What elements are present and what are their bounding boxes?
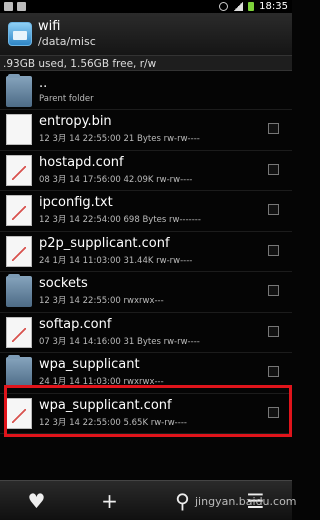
file-meta: 12 3月 14 22:54:00 698 Bytes rw------- — [39, 215, 201, 225]
file-row[interactable]: wpa_supplicant.conf 12 3月 14 22:55:00 5.6… — [0, 394, 292, 434]
file-name: p2p_supplicant.conf — [39, 235, 170, 251]
folder-icon — [6, 355, 32, 388]
file-meta: 24 1月 14 11:03:00 rwxrwx--- — [39, 377, 164, 387]
file-list: .. Parent folder entropy.bin 12 3月 14 22:55… — [0, 72, 292, 434]
file-meta: 24 1月 14 11:03:00 31.44K rw-rw---- — [39, 255, 193, 266]
status-bar: 18:35 — [0, 0, 292, 13]
file-icon — [6, 195, 32, 226]
file-name: hostapd.conf — [39, 154, 124, 170]
file-row[interactable]: p2p_supplicant.conf 24 1月 14 11:03:00 31.… — [0, 232, 292, 272]
file-row[interactable]: wpa_supplicant 24 1月 14 11:03:00 rwxrwx--… — [0, 353, 292, 394]
file-meta: 12 3月 14 22:55:00 21 Bytes rw-rw---- — [39, 134, 200, 144]
select-checkbox[interactable] — [268, 325, 279, 337]
file-row[interactable]: softap.conf 07 3月 14 14:16:00 31 Bytes rw… — [0, 313, 292, 353]
file-meta: 12 3月 14 22:55:00 5.65K rw-rw---- — [39, 417, 187, 428]
file-name: softap.conf — [39, 316, 112, 332]
file-meta: 08 3月 14 17:56:00 42.09K rw-rw---- — [39, 174, 193, 185]
file-name: .. — [39, 76, 48, 91]
folder-path: /data/misc — [38, 35, 96, 48]
image-icon — [17, 2, 26, 11]
select-checkbox[interactable] — [268, 244, 279, 256]
file-meta: 12 3月 14 22:55:00 rwxrwx--- — [39, 296, 164, 306]
status-time: 18:35 — [259, 1, 288, 12]
select-checkbox[interactable] — [268, 163, 279, 175]
file-meta: 07 3月 14 14:16:00 31 Bytes rw-rw---- — [39, 336, 200, 347]
parent-folder-row[interactable]: .. Parent folder — [0, 72, 292, 110]
file-name: entropy.bin — [39, 114, 112, 129]
file-name: sockets — [39, 276, 88, 291]
notification-icon — [4, 2, 13, 11]
select-checkbox[interactable] — [268, 406, 279, 418]
signal-icon — [233, 2, 244, 11]
file-name: wpa_supplicant.conf — [39, 397, 172, 413]
folder-icon — [6, 274, 32, 307]
storage-usage: .93GB used, 1.56GB free, r/w — [0, 55, 292, 71]
select-checkbox[interactable] — [268, 285, 279, 296]
file-row[interactable]: hostapd.conf 08 3月 14 17:56:00 42.09K rw-… — [0, 151, 292, 191]
heart-icon[interactable]: ♥ — [17, 489, 57, 513]
title-bar: wifi /data/misc — [0, 13, 292, 55]
plus-icon[interactable]: + — [90, 489, 130, 513]
file-meta: Parent folder — [39, 94, 94, 104]
folder-icon — [6, 74, 32, 107]
select-checkbox[interactable] — [268, 123, 279, 134]
folder-app-icon[interactable] — [8, 22, 32, 46]
select-checkbox[interactable] — [268, 366, 279, 377]
file-name: ipconfig.txt — [39, 195, 113, 210]
select-checkbox[interactable] — [268, 204, 279, 215]
watermark: jingyan.baidu.com — [195, 495, 297, 508]
alarm-icon — [219, 2, 229, 11]
file-row[interactable]: entropy.bin 12 3月 14 22:55:00 21 Bytes rw… — [0, 110, 292, 151]
file-icon — [6, 114, 32, 145]
file-icon — [6, 316, 32, 348]
file-name: wpa_supplicant — [39, 357, 140, 372]
file-icon — [6, 154, 32, 186]
folder-title: wifi — [38, 19, 61, 34]
file-icon — [6, 235, 32, 267]
file-row[interactable]: sockets 12 3月 14 22:55:00 rwxrwx--- — [0, 272, 292, 313]
file-icon — [6, 397, 32, 429]
battery-icon — [248, 2, 255, 11]
file-row[interactable]: ipconfig.txt 12 3月 14 22:54:00 698 Bytes … — [0, 191, 292, 232]
